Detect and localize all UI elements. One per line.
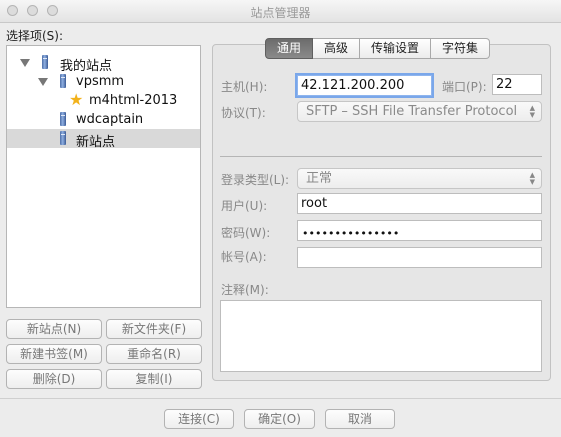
account-input[interactable] (297, 247, 542, 268)
tab-charset[interactable]: 字符集 (431, 38, 491, 59)
delete-button[interactable]: 删除(D) (6, 369, 102, 389)
server-icon (60, 112, 66, 126)
tree-item-my-sites[interactable]: 我的站点 (7, 53, 200, 74)
tree-item-label: 新站点 (76, 135, 116, 150)
copy-button[interactable]: 复制(I) (106, 369, 202, 389)
tab-transfer-settings[interactable]: 传输设置 (360, 38, 432, 59)
server-icon (60, 131, 66, 145)
tab-advanced[interactable]: 高级 (313, 38, 361, 59)
connect-button[interactable]: 连接(C) (164, 409, 234, 429)
protocol-select-value: SFTP – SSH File Transfer Protocol (306, 104, 518, 119)
protocol-label: 协议(T): (221, 106, 266, 120)
new-bookmark-button[interactable]: 新建书签(M) (6, 344, 102, 364)
tree-item-wdcaptain[interactable]: wdcaptain (7, 110, 200, 129)
cancel-button[interactable]: 取消 (325, 409, 395, 429)
new-site-button[interactable]: 新站点(N) (6, 319, 102, 339)
password-label: 密码(W): (221, 226, 271, 240)
tree-item-m4html-2013[interactable]: ★ m4html-2013 (7, 91, 200, 110)
disclosure-triangle-icon[interactable] (20, 59, 30, 67)
disclosure-triangle-icon[interactable] (38, 78, 48, 86)
title-bar: 站点管理器 (0, 0, 561, 23)
select-arrows-icon: ▲ ▼ (529, 171, 535, 186)
password-mask: ••••••••••••••• (302, 227, 400, 240)
site-list-label: 选择项(S): (6, 29, 64, 43)
comments-textarea[interactable] (220, 300, 542, 372)
tree-item-new-site[interactable]: 新站点 (7, 129, 200, 150)
new-folder-button[interactable]: 新文件夹(F) (106, 319, 202, 339)
comments-label: 注释(M): (221, 283, 269, 297)
rename-button[interactable]: 重命名(R) (106, 344, 202, 364)
port-label: 端口(P): (442, 80, 487, 94)
tree-item-label: vpsmm (76, 74, 125, 89)
host-input[interactable]: 42.121.200.200 (297, 75, 432, 96)
port-input[interactable]: 22 (492, 74, 542, 95)
protocol-select[interactable]: SFTP – SSH File Transfer Protocol ▲ ▼ (297, 101, 542, 122)
tree-item-label: wdcaptain (76, 112, 144, 127)
tab-general[interactable]: 通用 (265, 38, 314, 59)
account-label: 帐号(A): (221, 250, 267, 264)
host-label: 主机(H): (221, 80, 268, 94)
settings-tabs: 通用 高级 传输设置 字符集 (265, 38, 491, 59)
folder-server-icon (42, 55, 48, 69)
tree-item-vpsmm[interactable]: vpsmm (7, 72, 200, 91)
logon-type-label: 登录类型(L): (221, 173, 290, 187)
password-input[interactable]: ••••••••••••••• (297, 220, 542, 241)
divider (220, 156, 542, 157)
user-label: 用户(U): (221, 199, 268, 213)
site-tree[interactable]: 我的站点 vpsmm ★ m4html-2013 wdcaptain 新站点 (6, 45, 201, 308)
star-icon: ★ (69, 90, 84, 109)
select-arrows-icon: ▲ ▼ (529, 104, 535, 119)
window-title: 站点管理器 (250, 6, 311, 20)
tree-item-label: m4html-2013 (89, 93, 178, 108)
footer-divider (0, 398, 561, 399)
logon-type-select[interactable]: 正常 ▲ ▼ (297, 168, 542, 189)
user-input[interactable]: root (297, 193, 542, 214)
ok-button[interactable]: 确定(O) (244, 409, 315, 429)
logon-type-value: 正常 (306, 171, 333, 186)
server-icon (60, 74, 66, 88)
